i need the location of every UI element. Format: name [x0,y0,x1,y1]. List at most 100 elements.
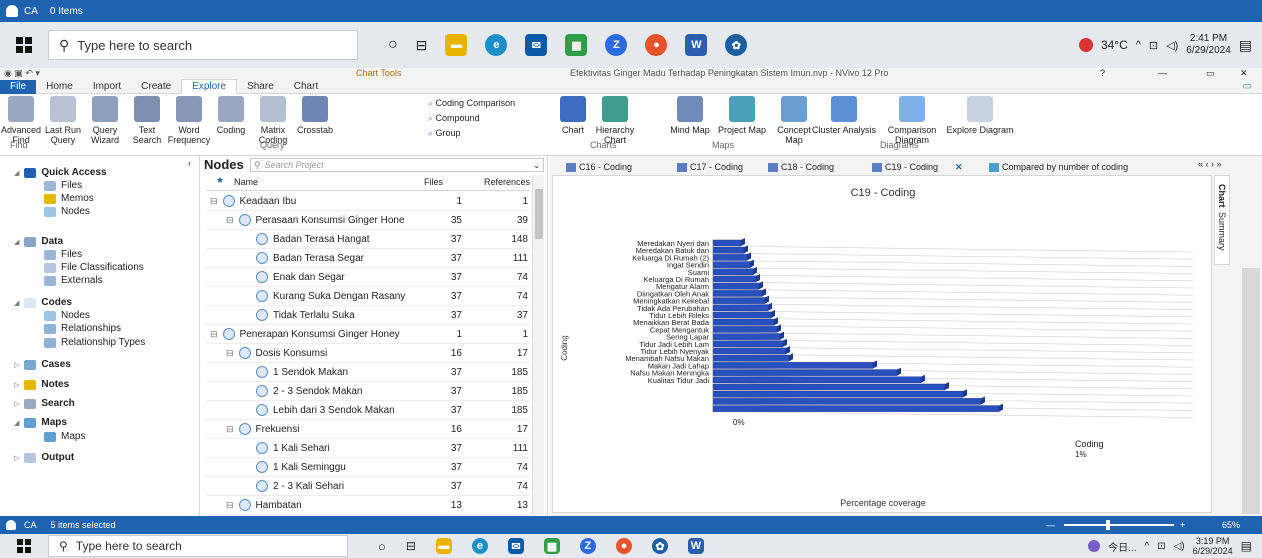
tab-create[interactable]: Create [131,80,181,94]
expand-icon[interactable]: ◢ [14,299,19,307]
maximize-button[interactable]: ▭ [1206,68,1215,79]
table-row[interactable]: Enak dan Segar 37 74 [206,268,530,287]
nodes-scrollbar[interactable] [532,175,544,515]
side-tab-summary[interactable]: Summary [1217,212,1227,251]
nav-item-quick-items-2[interactable]: Nodes [44,206,90,217]
compound-button[interactable]: ⌕ Compound [428,113,515,124]
nav-item-quick-items-1[interactable]: Memos [44,193,94,204]
taskbar-search-box[interactable]: ⚲ Type here to search [48,30,358,60]
nav-item-search[interactable]: ▷ Search [14,398,75,409]
expand-icon[interactable]: ▷ [14,381,19,389]
photos-icon[interactable]: ▦ [543,538,560,554]
windows-start-icon[interactable] [0,539,48,553]
collapse-icon[interactable]: ⊟ [210,329,218,340]
weather-icon[interactable] [1088,540,1101,552]
last-run-query-button[interactable]: Last Run Query [42,96,84,145]
photos-icon[interactable]: ▦ [565,34,588,56]
taskbar-search-box-bottom[interactable]: ⚲ Type here to search [48,535,348,557]
notification-icon[interactable]: ▤ [1239,37,1252,54]
nav-item-data-items-1[interactable]: File Classifications [44,262,144,273]
zoom-slider-thumb[interactable] [1106,520,1110,530]
query-wizard-button[interactable]: Query Wizard [84,96,126,145]
nav-item-codes-items-2[interactable]: Relationship Types [44,337,145,348]
task-view-icon[interactable]: ⊟ [416,37,428,54]
edge-icon[interactable]: e [485,34,508,56]
help-button[interactable]: ? [1100,68,1105,78]
nav-item-cases[interactable]: ▷ Cases [14,359,71,370]
doc-tab-4[interactable]: Compared by number of coding [989,160,1128,174]
tab-home[interactable]: Home [36,80,83,94]
collapse-icon[interactable]: ⊟ [226,500,234,511]
doc-tab-2[interactable]: C18 - Coding [768,160,834,174]
nav-item-maps-items-0[interactable]: Maps [44,431,85,442]
minimize-button[interactable]: — [1158,68,1167,78]
nav-item-output[interactable]: ▷ Output [14,452,74,463]
nodes-scrollbar-thumb[interactable] [535,189,543,239]
nav-item-codes-items-1[interactable]: Relationships [44,323,121,334]
expand-icon[interactable]: ◢ [14,238,19,246]
tray-up-icon[interactable]: ^ [1144,541,1149,552]
nav-item-quick-items-0[interactable]: Files [44,180,82,191]
tab-import[interactable]: Import [83,80,131,94]
cortana-icon[interactable]: ○ [388,36,398,54]
table-row[interactable]: Lebih dari 3 Sendok Makan 37 185 [206,401,530,420]
table-row[interactable]: ⊟ Hambatan 13 13 [206,496,530,515]
table-row[interactable]: Tidak Terlalu Suka 37 37 [206,306,530,325]
network-icon[interactable]: ⊡ [1149,39,1158,52]
tab-nav-arrows[interactable]: « ‹ › » [1198,159,1222,169]
table-row[interactable]: 2 - 3 Sendok Makan 37 185 [206,382,530,401]
nav-item-codes-items-0[interactable]: Nodes [44,310,90,321]
expand-icon[interactable]: ▷ [14,400,19,408]
col-refs-header[interactable]: References [484,177,530,187]
nav-item-quick-access[interactable]: ◢ Quick Access [14,167,107,178]
coding-comparison-button[interactable]: ⌕ Coding Comparison [428,98,515,109]
hierarchy-chart-button[interactable]: Hierarchy Chart [594,96,636,145]
tab-explore[interactable]: Explore [181,79,238,94]
nvivo-icon[interactable]: ✿ [725,34,748,56]
network-icon[interactable]: ⊡ [1157,541,1165,552]
nav-collapse-icon[interactable]: ‹ [188,158,191,168]
word-icon[interactable]: W [685,34,708,56]
volume-icon[interactable]: ◁) [1166,39,1178,52]
nav-item-data-items-2[interactable]: Externals [44,275,103,286]
coding-button[interactable]: Coding [210,96,252,135]
collapse-icon[interactable]: ⊟ [226,348,234,359]
windows-start-icon[interactable] [0,37,48,53]
notification-icon[interactable]: ▤ [1241,539,1252,553]
edge-icon[interactable]: e [471,538,488,554]
firefox-icon[interactable]: ● [645,34,668,56]
comparison-diagram-button[interactable]: Comparison Diagram [878,96,946,145]
collapse-icon[interactable]: ⊟ [226,424,234,435]
table-row[interactable]: ⊟ Perasaan Konsumsi Ginger Hone 35 39 [206,211,530,230]
table-row[interactable]: 1 Kali Seminggu 37 74 [206,458,530,477]
doc-tab-0[interactable]: C16 - Coding [566,160,632,174]
doc-tab-1[interactable]: C17 - Coding [677,160,743,174]
zoom-slider[interactable] [1064,524,1174,526]
table-row[interactable]: 1 Sendok Makan 37 185 [206,363,530,382]
text-search-button[interactable]: Text Search [126,96,168,145]
expand-icon[interactable]: ◢ [14,169,19,177]
collapse-icon[interactable]: ⊟ [210,196,218,207]
table-row[interactable]: ⊟ Frekuensi 16 17 [206,420,530,439]
cortana-icon[interactable]: ○ [378,539,386,554]
quick-access-toolbar[interactable]: ◉ ▣ ↶ ▾ [4,68,40,79]
zoom-icon[interactable]: Z [605,34,628,56]
crosstab-button[interactable]: Crosstab [294,96,336,135]
mail-icon[interactable]: ✉ [525,34,548,56]
nav-item-notes[interactable]: ▷ Notes [14,379,69,390]
table-row[interactable]: Badan Terasa Hangat 37 148 [206,230,530,249]
sort-icon[interactable]: ★ [216,175,224,186]
chart-button[interactable]: Chart [552,96,594,135]
expand-icon[interactable]: ▷ [14,361,19,369]
project-map-button[interactable]: Project Map [716,96,768,135]
word-icon[interactable]: W [687,538,704,554]
nodes-search-box[interactable]: ⚲ Search Project ⌄ [250,158,544,172]
table-row[interactable]: 1 Kali Sehari 37 111 [206,439,530,458]
firefox-icon[interactable]: ● [615,538,632,554]
expand-icon[interactable]: ◢ [14,419,19,427]
group-button[interactable]: ⌕ Group [428,128,515,139]
zoom-icon[interactable]: Z [579,538,596,554]
tray-news-text[interactable]: 今日... [1108,539,1136,554]
col-files-header[interactable]: Files [424,177,443,187]
mail-icon[interactable]: ✉ [507,538,524,554]
